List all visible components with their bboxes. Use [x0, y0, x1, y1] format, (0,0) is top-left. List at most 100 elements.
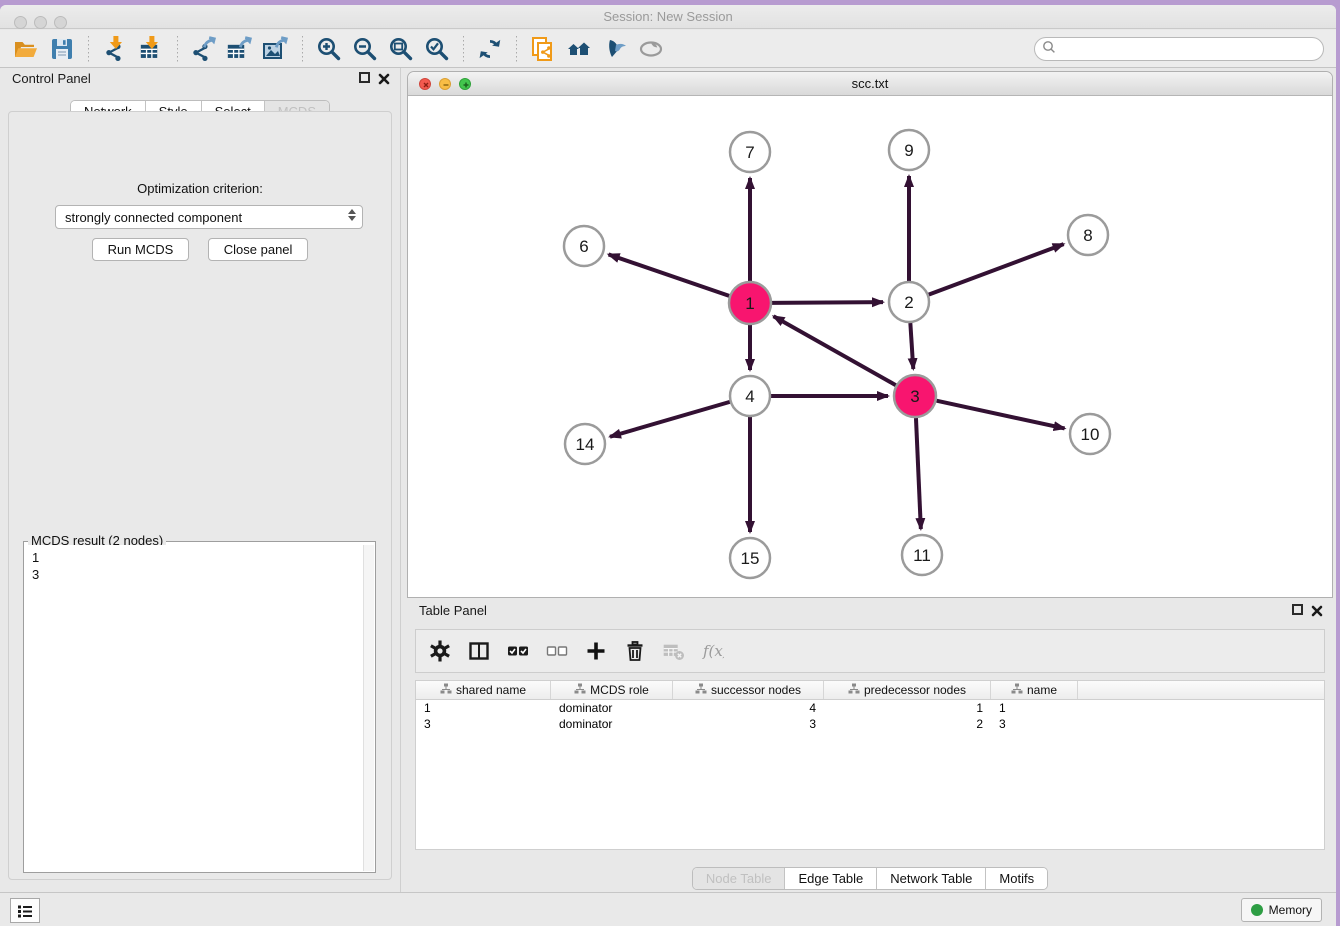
edge-3-11[interactable] [916, 418, 921, 529]
table-cell[interactable]: 3 [991, 717, 1078, 731]
memory-label: Memory [1269, 903, 1312, 917]
toolbar-separator [516, 36, 517, 62]
edge-3-1[interactable] [774, 316, 896, 385]
table-cell[interactable]: 1 [991, 701, 1078, 715]
run-mcds-button[interactable]: Run MCDS [92, 238, 190, 261]
task-history-button[interactable] [10, 898, 40, 923]
table-header-row: shared nameMCDS rolesuccessor nodesprede… [416, 681, 1324, 700]
edge-2-8[interactable] [929, 244, 1064, 295]
node-table: shared nameMCDS rolesuccessor nodesprede… [415, 680, 1325, 850]
table-cell[interactable]: 3 [673, 717, 824, 731]
table-cell[interactable]: 1 [824, 701, 991, 715]
table-panel: Table Panel f(x) shared nameMCDS rolesuc… [407, 600, 1333, 892]
node-1-label: 1 [745, 294, 754, 313]
close-table-panel-icon[interactable] [1311, 604, 1323, 622]
memory-status-icon [1251, 904, 1263, 916]
search-box[interactable] [1034, 37, 1324, 61]
show-graphics-details-icon[interactable] [636, 34, 666, 64]
edge-3-10[interactable] [936, 401, 1064, 429]
table-cell[interactable]: dominator [551, 717, 673, 731]
toolbar-separator [463, 36, 464, 62]
save-session-icon[interactable] [47, 34, 77, 64]
column-sort-icon [440, 683, 452, 698]
close-panel-icon[interactable] [378, 72, 390, 90]
column-sort-icon [848, 683, 860, 698]
memory-button[interactable]: Memory [1241, 898, 1322, 922]
network-window-title: scc.txt [408, 76, 1332, 91]
search-icon [1042, 40, 1056, 59]
column-header-predecessor-nodes[interactable]: predecessor nodes [824, 681, 991, 699]
node-11-label: 11 [913, 546, 931, 565]
column-sort-icon [695, 683, 707, 698]
column-header-name[interactable]: name [991, 681, 1078, 699]
toolbar-separator [302, 36, 303, 62]
network-canvas[interactable]: 7968124314101511 [408, 96, 1332, 597]
titlebar: Session: New Session [0, 5, 1336, 29]
function-builder-icon: f(x) [701, 639, 725, 663]
table-cell[interactable]: 1 [416, 701, 551, 715]
columns-icon[interactable] [467, 639, 491, 663]
column-header-MCDS-role[interactable]: MCDS role [551, 681, 673, 699]
main-toolbar [0, 30, 1336, 68]
edge-2-3[interactable] [910, 323, 913, 369]
table-cell[interactable]: 4 [673, 701, 824, 715]
table-row[interactable]: 1dominator411 [416, 700, 1324, 716]
open-session-icon[interactable] [11, 34, 41, 64]
import-network-icon[interactable] [100, 34, 130, 64]
column-sort-icon [1011, 683, 1023, 698]
dropdown-arrows-icon [348, 209, 356, 221]
new-network-from-selection-icon[interactable] [528, 34, 558, 64]
table-row[interactable]: 3dominator323 [416, 716, 1324, 732]
column-header-shared-name[interactable]: shared name [416, 681, 551, 699]
application-window: Session: New Session Control Panel Netwo… [0, 5, 1336, 926]
svg-text:f(x): f(x) [702, 642, 724, 660]
tab-edge-table[interactable]: Edge Table [785, 868, 877, 889]
status-bar: Memory [0, 892, 1336, 926]
edge-4-14[interactable] [610, 402, 730, 437]
delete-icon[interactable] [623, 639, 647, 663]
import-table-icon[interactable] [136, 34, 166, 64]
export-image-icon[interactable] [261, 34, 291, 64]
control-panel: Control Panel NetworkStyleSelectMCDS Opt… [0, 68, 401, 892]
result-scrollbar[interactable] [363, 545, 374, 871]
tab-network-table[interactable]: Network Table [877, 868, 986, 889]
export-table-icon[interactable] [225, 34, 255, 64]
delete-table-icon [662, 639, 686, 663]
apply-layout-icon[interactable] [475, 34, 505, 64]
control-panel-title: Control Panel [12, 71, 91, 86]
add-icon[interactable] [584, 639, 608, 663]
node-6-label: 6 [579, 237, 588, 256]
table-cell[interactable]: dominator [551, 701, 673, 715]
zoom-out-icon[interactable] [350, 34, 380, 64]
edge-1-2[interactable] [772, 302, 883, 303]
birds-icon[interactable] [600, 34, 630, 64]
table-cell[interactable]: 2 [824, 717, 991, 731]
column-sort-icon [574, 683, 586, 698]
float-panel-icon[interactable] [359, 72, 370, 83]
tab-node-table[interactable]: Node Table [693, 868, 786, 889]
node-10-label: 10 [1081, 425, 1100, 444]
gear-icon[interactable] [428, 639, 452, 663]
network-view-window: scc.txt 7968124314101511 [407, 71, 1333, 598]
select-all-icon[interactable] [506, 639, 530, 663]
export-network-icon[interactable] [189, 34, 219, 64]
deselect-all-icon[interactable] [545, 639, 569, 663]
zoom-in-icon[interactable] [314, 34, 344, 64]
node-4-label: 4 [745, 387, 754, 406]
node-2-label: 2 [904, 293, 913, 312]
search-input[interactable] [1061, 42, 1323, 56]
edge-1-6[interactable] [609, 254, 730, 295]
zoom-selected-icon[interactable] [422, 34, 452, 64]
node-3-label: 3 [910, 387, 919, 406]
zoom-fit-icon[interactable] [386, 34, 416, 64]
column-header-successor-nodes[interactable]: successor nodes [673, 681, 824, 699]
node-14-label: 14 [576, 435, 595, 454]
criterion-dropdown[interactable]: strongly connected component [55, 205, 363, 229]
criterion-value: strongly connected component [65, 210, 242, 225]
optimization-criterion-label: Optimization criterion: [9, 181, 391, 196]
table-cell[interactable]: 3 [416, 717, 551, 731]
tab-motifs[interactable]: Motifs [986, 868, 1047, 889]
float-table-panel-icon[interactable] [1292, 604, 1303, 615]
first-neighbors-icon[interactable] [564, 34, 594, 64]
close-panel-button[interactable]: Close panel [208, 238, 309, 261]
